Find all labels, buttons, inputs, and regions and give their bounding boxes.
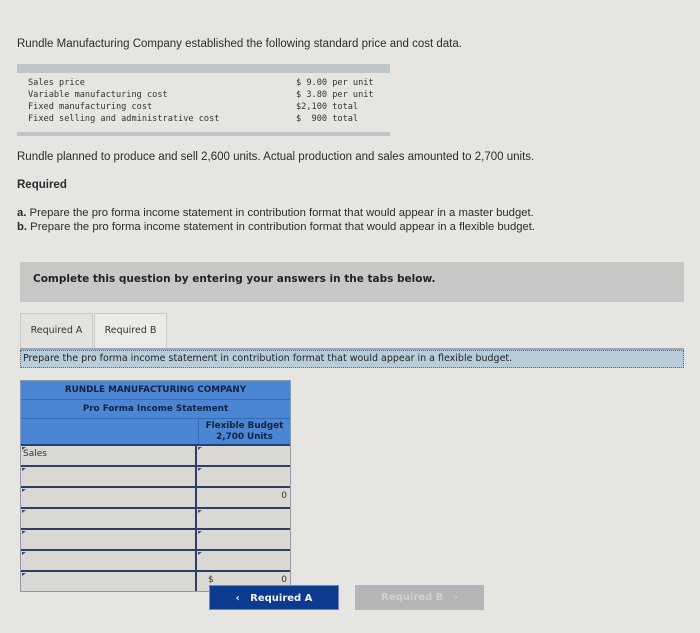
- cost-row: Fixed selling and administrative cost $ 9…: [17, 113, 390, 125]
- requirement-letter: a.: [17, 207, 27, 219]
- row-label-input[interactable]: [21, 572, 197, 591]
- cost-label: Fixed selling and administrative cost: [28, 114, 220, 124]
- row-label-input[interactable]: [21, 551, 197, 570]
- requirements-list: a. Prepare the pro forma income statemen…: [17, 206, 535, 234]
- cost-value: $ 3.80 per unit: [296, 90, 374, 100]
- table-row: [21, 528, 290, 549]
- row-value-input[interactable]: [197, 467, 290, 486]
- requirement-item: a. Prepare the pro forma income statemen…: [17, 206, 535, 220]
- row-value-input[interactable]: [197, 446, 290, 465]
- cost-label: Sales price: [28, 78, 85, 88]
- income-statement: RUNDLE MANUFACTURING COMPANY Pro Forma I…: [20, 380, 291, 592]
- requirement-letter: b.: [17, 221, 28, 233]
- cost-value: $2,100 total: [296, 102, 359, 112]
- next-required-b-button[interactable]: Required B ›: [355, 585, 484, 610]
- row-value-input[interactable]: [197, 551, 290, 570]
- cost-label: Variable manufacturing cost: [28, 90, 168, 100]
- row-label-input[interactable]: Sales: [21, 446, 197, 465]
- row-label-input[interactable]: [21, 509, 197, 528]
- table-row: Sales: [21, 444, 290, 465]
- cost-row: Variable manufacturing cost $ 3.80 per un…: [17, 89, 390, 101]
- row-value-input[interactable]: [197, 509, 290, 528]
- intro-text: Rundle Manufacturing Company established…: [17, 38, 462, 50]
- row-label-input[interactable]: [21, 488, 197, 507]
- statement-title: Pro Forma Income Statement: [21, 400, 290, 419]
- table-row: [21, 549, 290, 570]
- requirement-text: Prepare the pro forma income statement i…: [26, 207, 534, 219]
- next-button-label: Required B: [381, 592, 444, 603]
- cost-label: Fixed manufacturing cost: [28, 102, 153, 112]
- chevron-left-icon: ‹: [235, 593, 240, 604]
- tab-instruction: Prepare the pro forma income statement i…: [20, 350, 684, 368]
- row-value-input[interactable]: [197, 530, 290, 549]
- requirement-text: Prepare the pro forma income statement i…: [27, 221, 536, 233]
- column-header-line2: 2,700 Units: [216, 432, 273, 442]
- flexible-budget-header: Flexible Budget 2,700 Units: [199, 419, 290, 444]
- tab-required-a[interactable]: Required A: [20, 313, 93, 349]
- label-column-header: [21, 419, 199, 444]
- cost-row: Sales price $ 9.00 per unit: [17, 77, 390, 89]
- cost-value: $ 9.00 per unit: [296, 78, 374, 88]
- chevron-right-icon: ›: [453, 592, 458, 603]
- required-heading: Required: [17, 179, 67, 191]
- row-label-input[interactable]: [21, 530, 197, 549]
- column-header-row: Flexible Budget 2,700 Units: [21, 419, 290, 444]
- cost-row: Fixed manufacturing cost $2,100 total: [17, 101, 390, 113]
- prev-required-a-button[interactable]: ‹ Required A: [209, 585, 339, 610]
- cost-value: $ 900 total: [296, 114, 359, 124]
- tab-required-b[interactable]: Required B: [94, 313, 167, 349]
- planned-text: Rundle planned to produce and sell 2,600…: [17, 151, 535, 163]
- requirement-item: b. Prepare the pro forma income statemen…: [17, 220, 535, 234]
- table-row: [21, 465, 290, 486]
- row-value-computed: 0: [197, 488, 290, 507]
- company-name: RUNDLE MANUFACTURING COMPANY: [21, 381, 290, 400]
- row-label-input[interactable]: [21, 467, 197, 486]
- table-row: [21, 507, 290, 528]
- table-row: 0: [21, 486, 290, 507]
- column-header-line1: Flexible Budget: [205, 421, 284, 431]
- total-value: 0: [281, 575, 287, 585]
- prev-button-label: Required A: [250, 593, 313, 604]
- instructions-banner: Complete this question by entering your …: [20, 262, 684, 302]
- cost-data-table: Sales price $ 9.00 per unit Variable manu…: [17, 64, 390, 136]
